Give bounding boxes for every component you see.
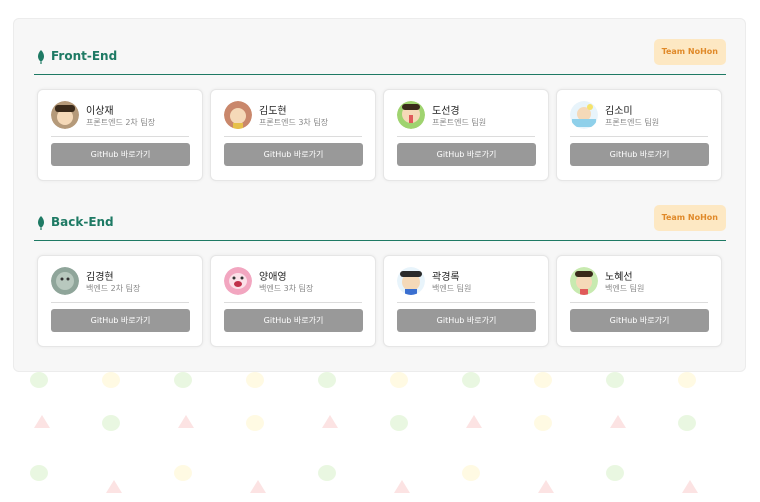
member-card-list: 이상재 프론트엔드 2차 팀장 GitHub 바로가기 김도현 프론트엔드 3차… xyxy=(37,89,727,181)
github-link-button[interactable]: GitHub 바로가기 xyxy=(51,143,190,166)
section-header: Front-End Team NoHon xyxy=(34,39,726,75)
bg-dot xyxy=(174,372,192,388)
avatar xyxy=(51,267,79,295)
member-card-list: 김경현 백엔드 2차 팀장 GitHub 바로가기 양애영 백엔드 3차 팀장 … xyxy=(37,255,727,347)
divider xyxy=(51,302,189,303)
bg-dot xyxy=(390,415,408,431)
divider xyxy=(224,136,362,137)
section-back-end: Back-End Team NoHon 김경현 백엔드 2차 팀장 GitHub… xyxy=(34,205,726,347)
avatar xyxy=(570,267,598,295)
member-role: 프론트엔드 팀원 xyxy=(432,118,487,127)
bg-dot xyxy=(534,415,552,431)
bg-triangle xyxy=(322,415,338,428)
bg-dot xyxy=(102,415,120,431)
bg-triangle xyxy=(466,415,482,428)
member-name: 이상재 xyxy=(86,106,114,117)
github-link-button[interactable]: GitHub 바로가기 xyxy=(397,143,536,166)
bg-dot xyxy=(390,372,408,388)
github-link-button[interactable]: GitHub 바로가기 xyxy=(51,309,190,332)
divider xyxy=(570,302,708,303)
divider xyxy=(570,136,708,137)
member-name: 양애영 xyxy=(259,272,287,283)
avatar xyxy=(224,101,252,129)
member-name: 곽경록 xyxy=(432,272,460,283)
github-link-button[interactable]: GitHub 바로가기 xyxy=(570,309,709,332)
divider xyxy=(51,136,189,137)
avatar xyxy=(224,267,252,295)
bg-dot xyxy=(606,465,624,481)
team-badge: Team NoHon xyxy=(653,39,726,65)
leaf-icon xyxy=(38,50,44,64)
avatar xyxy=(397,267,425,295)
bg-dot xyxy=(462,372,480,388)
member-role: 프론트엔드 2차 팀장 xyxy=(86,118,156,127)
member-card: 곽경록 백엔드 팀원 GitHub 바로가기 xyxy=(383,255,549,347)
bg-triangle xyxy=(610,415,626,428)
section-header: Back-End Team NoHon xyxy=(34,205,726,241)
member-name: 김소미 xyxy=(605,106,633,117)
bg-triangle xyxy=(178,415,194,428)
bg-dot xyxy=(174,465,192,481)
divider xyxy=(224,302,362,303)
member-name: 도선경 xyxy=(432,106,460,117)
bg-triangle xyxy=(538,480,554,493)
bg-triangle xyxy=(394,480,410,493)
bg-triangle xyxy=(106,480,122,493)
member-card: 김소미 프론트엔드 팀원 GitHub 바로가기 xyxy=(556,89,722,181)
avatar xyxy=(570,101,598,129)
bg-dot xyxy=(30,372,48,388)
team-panel: Front-End Team NoHon 이상재 프론트엔드 2차 팀장 Git… xyxy=(13,18,746,372)
member-card: 김도현 프론트엔드 3차 팀장 GitHub 바로가기 xyxy=(210,89,376,181)
member-role: 프론트엔드 3차 팀장 xyxy=(259,118,329,127)
github-link-button[interactable]: GitHub 바로가기 xyxy=(397,309,536,332)
member-role: 백엔드 팀원 xyxy=(605,284,645,293)
member-card: 양애영 백엔드 3차 팀장 GitHub 바로가기 xyxy=(210,255,376,347)
bg-dot xyxy=(678,372,696,388)
bg-triangle xyxy=(34,415,50,428)
bg-triangle xyxy=(682,480,698,493)
github-link-button[interactable]: GitHub 바로가기 xyxy=(224,143,363,166)
avatar xyxy=(51,101,79,129)
bg-dot xyxy=(678,415,696,431)
divider xyxy=(397,136,535,137)
bg-dot xyxy=(246,372,264,388)
github-link-button[interactable]: GitHub 바로가기 xyxy=(224,309,363,332)
team-badge: Team NoHon xyxy=(653,205,726,231)
section-title: Front-End xyxy=(51,49,118,63)
section-title: Back-End xyxy=(51,215,114,229)
section-front-end: Front-End Team NoHon 이상재 프론트엔드 2차 팀장 Git… xyxy=(34,39,726,181)
member-card: 이상재 프론트엔드 2차 팀장 GitHub 바로가기 xyxy=(37,89,203,181)
bg-dot xyxy=(102,372,120,388)
bg-dot xyxy=(318,465,336,481)
github-link-button[interactable]: GitHub 바로가기 xyxy=(570,143,709,166)
divider xyxy=(397,302,535,303)
bg-dot xyxy=(606,372,624,388)
member-role: 백엔드 2차 팀장 xyxy=(86,284,141,293)
member-role: 백엔드 팀원 xyxy=(432,284,472,293)
bg-dot xyxy=(30,465,48,481)
member-name: 김도현 xyxy=(259,106,287,117)
bg-triangle xyxy=(250,480,266,493)
avatar xyxy=(397,101,425,129)
member-role: 백엔드 3차 팀장 xyxy=(259,284,314,293)
member-name: 김경현 xyxy=(86,272,114,283)
leaf-icon xyxy=(38,216,44,230)
bg-dot xyxy=(246,415,264,431)
bg-dot xyxy=(534,372,552,388)
member-role: 프론트엔드 팀원 xyxy=(605,118,660,127)
member-name: 노혜선 xyxy=(605,272,633,283)
member-card: 도선경 프론트엔드 팀원 GitHub 바로가기 xyxy=(383,89,549,181)
member-card: 김경현 백엔드 2차 팀장 GitHub 바로가기 xyxy=(37,255,203,347)
bg-dot xyxy=(462,465,480,481)
bg-dot xyxy=(318,372,336,388)
member-card: 노혜선 백엔드 팀원 GitHub 바로가기 xyxy=(556,255,722,347)
